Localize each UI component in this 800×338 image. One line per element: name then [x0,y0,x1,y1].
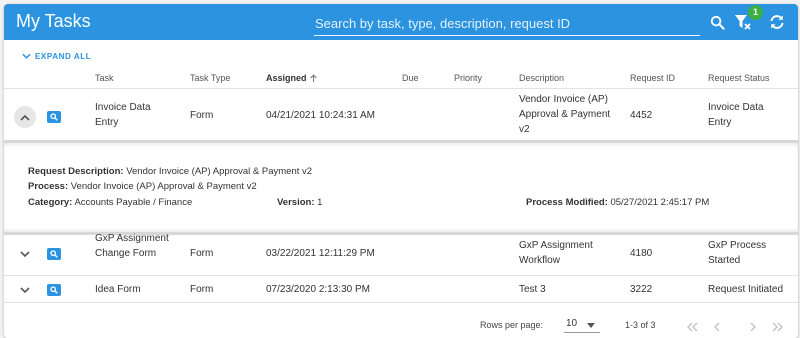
sort-ascending-icon [309,73,317,82]
detail-version: Version: 1 [277,197,323,208]
detail-category: Category: Accounts Payable / Finance [28,197,193,208]
chevron-down-icon [20,286,30,293]
cell-request-id: 4180 [630,248,653,259]
search-icon[interactable] [708,13,726,31]
column-header-task-type[interactable]: Task Type [190,73,230,83]
my-tasks-card: My Tasks 1 EXPAND ALL Task Task Type Ass… [4,4,798,338]
rows-per-page-value: 10 [566,318,578,329]
cell-assigned: 04/21/2021 10:24:31 AM [266,110,375,121]
column-header-due[interactable]: Due [402,73,419,83]
cell-request-id: 4452 [630,110,653,121]
collapse-row-button[interactable] [14,106,36,128]
detail-process: Process: Vendor Invoice (AP) Approval & … [28,181,257,192]
row-divider [4,302,798,303]
cell-description: Vendor Invoice (AP) Approval & Payment v… [519,94,611,135]
search-input[interactable] [314,12,700,34]
dropdown-arrow-icon [587,323,595,328]
column-header-assigned-label: Assigned [266,73,307,83]
cell-task: Idea Form [95,284,141,295]
search-icon [50,286,58,294]
page-title: My Tasks [16,11,91,31]
first-page-icon[interactable] [685,320,699,334]
column-header-request-status[interactable]: Request Status [708,73,770,83]
detail-request-description: Request Description: Vendor Invoice (AP)… [28,166,313,177]
cell-request-id: 3222 [630,284,653,295]
last-page-icon[interactable] [771,320,785,334]
rows-per-page-label: Rows per page: [480,320,544,330]
search-icon [50,250,58,258]
rows-per-page-select[interactable]: 10 [564,317,600,333]
search-icon [50,113,58,121]
view-task-button[interactable] [47,111,61,123]
refresh-icon[interactable] [768,13,786,31]
pagination-range: 1-3 of 3 [625,320,656,330]
expand-all-button[interactable]: EXPAND ALL [22,50,91,62]
view-task-button[interactable] [47,248,61,260]
expand-row-button[interactable] [14,279,36,301]
cell-task: Invoice Data Entry [95,102,151,128]
cell-request-status: Invoice Data Entry [708,102,764,128]
column-header-assigned[interactable]: Assigned [266,73,318,83]
cell-request-status: GxP Process Started [708,240,767,266]
column-header-description[interactable]: Description [519,73,564,83]
expand-all-label: EXPAND ALL [35,51,92,61]
chevron-down-icon [22,53,31,59]
expand-row-button[interactable] [14,243,36,265]
cell-request-status: Request Initiated [708,284,784,295]
row-divider [4,275,798,276]
chevron-down-icon [20,250,30,257]
chevron-up-icon [20,114,30,121]
cell-task-type: Form [190,284,214,295]
cell-task-type: Form [190,248,214,259]
view-task-button[interactable] [47,284,61,296]
column-header-task[interactable]: Task [95,73,114,83]
cell-task-type: Form [190,110,214,121]
column-header-request-id[interactable]: Request ID [630,73,675,83]
header-divider [4,88,798,89]
previous-page-icon[interactable] [710,320,724,334]
header-bar: My Tasks 1 [4,4,798,40]
next-page-icon[interactable] [746,320,760,334]
cell-assigned: 07/23/2020 2:13:30 PM [266,284,370,295]
row-detail-panel: Request Description: Vendor Invoice (AP)… [4,140,798,235]
cell-description: Test 3 [519,284,546,295]
filter-count-badge: 1 [748,5,763,20]
cell-description: GxP Assignment Workflow [519,240,593,266]
cell-task: GxP Assignment Change Form [95,233,169,259]
cell-assigned: 03/22/2021 12:11:29 PM [266,248,375,259]
search-box [314,12,700,36]
column-header-priority[interactable]: Priority [454,73,482,83]
detail-process-modified: Process Modified: 05/27/2021 2:45:17 PM [526,197,710,208]
